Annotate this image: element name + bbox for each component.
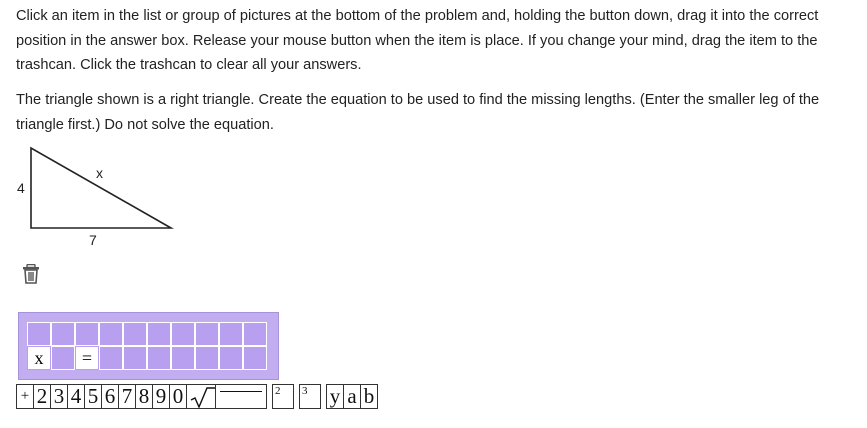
answer-cell[interactable] — [195, 346, 219, 370]
answer-cell[interactable] — [51, 346, 75, 370]
tile-palette: + 2 3 4 5 6 7 8 9 0 2 3 y a b — [16, 384, 378, 409]
tile-5[interactable]: 5 — [84, 384, 102, 409]
answer-cell[interactable] — [99, 322, 123, 346]
tile-superscript-2[interactable]: 2 — [272, 384, 294, 409]
answer-cell[interactable] — [123, 322, 147, 346]
answer-cell[interactable] — [195, 322, 219, 346]
tile-2[interactable]: 2 — [33, 384, 51, 409]
answer-cell[interactable] — [99, 346, 123, 370]
label-left-leg: 4 — [17, 180, 25, 196]
right-triangle-diagram: 4 x 7 — [17, 146, 175, 248]
answer-cell-equals[interactable]: = — [75, 346, 99, 370]
answer-cell[interactable] — [219, 346, 243, 370]
tile-y[interactable]: y — [326, 384, 344, 409]
problem-prompt: The triangle shown is a right triangle. … — [16, 92, 820, 133]
tile-sqrt[interactable] — [186, 384, 216, 409]
sqrt-icon — [190, 387, 216, 409]
tile-7[interactable]: 7 — [118, 384, 136, 409]
answer-cell[interactable] — [75, 322, 99, 346]
tile-8[interactable]: 8 — [135, 384, 153, 409]
instructions-text: Click an item in the list or group of pi… — [16, 8, 819, 73]
answer-cell[interactable] — [147, 322, 171, 346]
tile-6[interactable]: 6 — [101, 384, 119, 409]
label-bottom-leg: 7 — [89, 232, 97, 248]
tile-a[interactable]: a — [343, 384, 361, 409]
answer-box[interactable]: x = — [18, 312, 279, 380]
answer-cell[interactable] — [51, 322, 75, 346]
label-hypotenuse: x — [96, 165, 103, 181]
answer-cell[interactable] — [171, 346, 195, 370]
fraction-bar-icon — [220, 391, 262, 392]
answer-cell[interactable] — [243, 322, 267, 346]
tile-4[interactable]: 4 — [67, 384, 85, 409]
answer-cell[interactable] — [123, 346, 147, 370]
tile-fraction[interactable] — [215, 384, 267, 409]
answer-cell[interactable] — [27, 322, 51, 346]
answer-cell-x[interactable]: x — [27, 346, 51, 370]
answer-cell[interactable] — [243, 346, 267, 370]
tile-superscript-3[interactable]: 3 — [299, 384, 321, 409]
answer-cell[interactable] — [219, 322, 243, 346]
triangle-shape — [30, 146, 175, 229]
trash-icon[interactable] — [22, 263, 40, 284]
tile-0[interactable]: 0 — [169, 384, 187, 409]
answer-cell[interactable] — [171, 322, 195, 346]
answer-grid: x = — [27, 322, 267, 370]
tile-b[interactable]: b — [360, 384, 378, 409]
answer-cell[interactable] — [147, 346, 171, 370]
tile-3[interactable]: 3 — [50, 384, 68, 409]
tile-9[interactable]: 9 — [152, 384, 170, 409]
tile-plus[interactable]: + — [16, 384, 34, 409]
